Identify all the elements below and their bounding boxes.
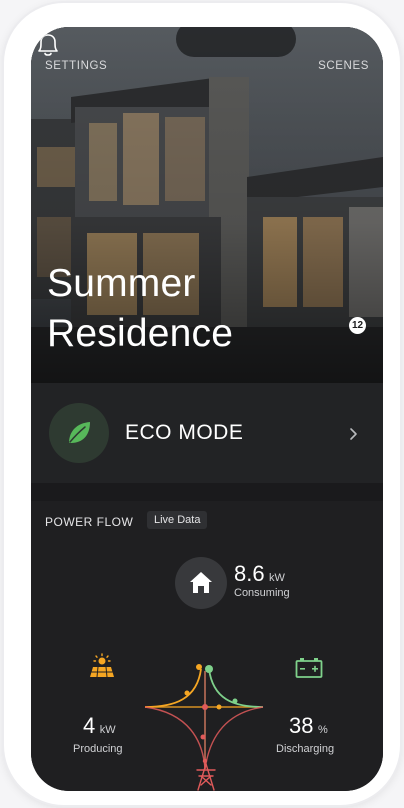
- notification-badge: 12: [349, 317, 366, 334]
- power-flow-label: POWER FLOW: [45, 515, 134, 529]
- app-screen: SETTINGS SCENES Summer Residence 12 ECO …: [31, 27, 383, 791]
- producing-label: Producing: [73, 743, 123, 755]
- page-title: Summer Residence: [47, 259, 297, 359]
- hero-image: SETTINGS SCENES Summer Residence 12: [31, 27, 383, 383]
- title-line-2: Residence: [47, 312, 234, 355]
- settings-link[interactable]: SETTINGS: [45, 60, 107, 72]
- producing-number: 4: [83, 713, 96, 738]
- power-flow-section: POWER FLOW Live Data 8.6 kW Consuming 4 …: [31, 501, 383, 791]
- solar-icon: [90, 653, 114, 678]
- camera-notch: [176, 27, 296, 57]
- phone-frame: SETTINGS SCENES Summer Residence 12 ECO …: [4, 3, 400, 805]
- eco-mode-label: ECO MODE: [125, 421, 244, 444]
- home-icon: [190, 572, 212, 593]
- producing-unit: kW: [99, 724, 116, 736]
- grid-tower-icon: [196, 763, 216, 791]
- consuming-number: 8.6: [234, 561, 265, 586]
- producing-value: 4 kW: [83, 713, 116, 739]
- scenes-link[interactable]: SCENES: [318, 60, 369, 72]
- battery-icon: [295, 658, 323, 678]
- consuming-label: Consuming: [234, 587, 290, 599]
- eco-icon-circle: [49, 403, 109, 463]
- consuming-value: 8.6 kW: [234, 561, 285, 587]
- eco-mode-row[interactable]: ECO MODE: [31, 383, 383, 483]
- section-divider: [31, 483, 383, 501]
- power-flow-diagram: [144, 664, 264, 770]
- title-line-1: Summer: [47, 262, 196, 305]
- battery-label: Discharging: [276, 743, 335, 755]
- home-node[interactable]: [175, 557, 227, 609]
- battery-number: 38: [289, 713, 314, 738]
- leaf-icon: [69, 422, 90, 443]
- live-data-badge[interactable]: Live Data: [147, 511, 208, 529]
- battery-value: 38 %: [289, 713, 328, 739]
- chevron-right-icon: [350, 428, 357, 440]
- battery-unit: %: [317, 724, 328, 736]
- bell-icon[interactable]: [31, 27, 65, 61]
- consuming-unit: kW: [269, 572, 285, 584]
